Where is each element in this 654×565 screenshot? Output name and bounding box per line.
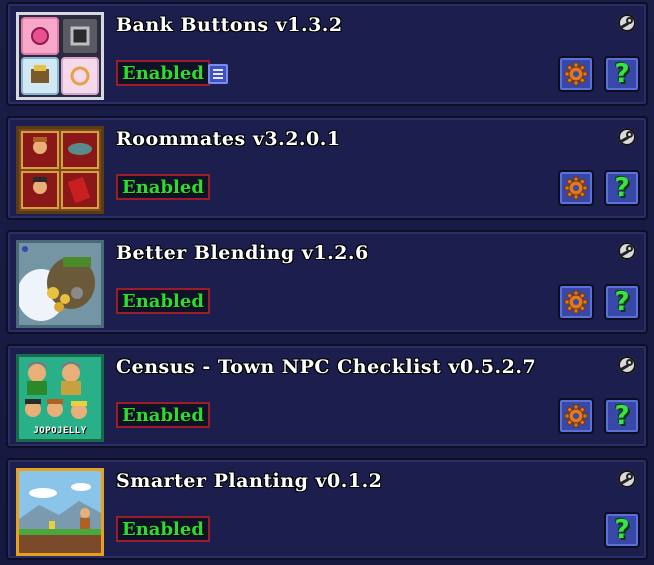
status-badge[interactable]: Enabled bbox=[116, 174, 210, 200]
mod-row-census[interactable]: JOPOJELLY Census - Town NPC Checklist v0… bbox=[6, 344, 648, 448]
mod-list: Bank Buttons v1.3.2 Enabled ? Roommates … bbox=[6, 0, 652, 565]
steam-icon[interactable] bbox=[618, 128, 636, 146]
config-button[interactable] bbox=[558, 56, 594, 92]
mod-row-smarter-planting[interactable]: Smarter Planting v0.1.2 Enabled ? bbox=[6, 458, 648, 560]
steam-icon[interactable] bbox=[618, 470, 636, 488]
census-icon: JOPOJELLY bbox=[16, 354, 104, 442]
mod-row-roommates[interactable]: Roommates v3.2.0.1 Enabled ? bbox=[6, 116, 648, 220]
icon-caption: JOPOJELLY bbox=[33, 426, 87, 436]
config-button[interactable] bbox=[558, 284, 594, 320]
question-mark-icon: ? bbox=[614, 59, 630, 89]
status-badge[interactable]: Enabled bbox=[116, 516, 210, 542]
steam-icon[interactable] bbox=[618, 356, 636, 374]
better-blending-icon bbox=[16, 240, 104, 328]
steam-icon[interactable] bbox=[618, 14, 636, 32]
gear-icon bbox=[564, 290, 588, 314]
gear-icon bbox=[564, 62, 588, 86]
steam-icon[interactable] bbox=[618, 242, 636, 260]
config-button[interactable] bbox=[558, 170, 594, 206]
mod-title: Census - Town NPC Checklist v0.5.2.7 bbox=[116, 356, 537, 378]
mod-row-better-blending[interactable]: Better Blending v1.2.6 Enabled ? bbox=[6, 230, 648, 334]
question-mark-icon: ? bbox=[614, 515, 630, 545]
question-mark-icon: ? bbox=[614, 287, 630, 317]
info-button[interactable]: ? bbox=[604, 56, 640, 92]
gear-icon bbox=[564, 404, 588, 428]
status-badge[interactable]: Enabled bbox=[116, 402, 210, 428]
bank-buttons-icon bbox=[16, 12, 104, 100]
gear-icon bbox=[564, 176, 588, 200]
info-button[interactable]: ? bbox=[604, 398, 640, 434]
roommates-icon bbox=[16, 126, 104, 214]
mod-title: Better Blending v1.2.6 bbox=[116, 242, 369, 264]
info-button[interactable]: ? bbox=[604, 512, 640, 548]
mod-title: Bank Buttons v1.3.2 bbox=[116, 14, 343, 36]
status-badge[interactable]: Enabled bbox=[116, 288, 210, 314]
info-button[interactable]: ? bbox=[604, 284, 640, 320]
status-badge[interactable]: Enabled bbox=[116, 60, 210, 86]
mod-title: Smarter Planting v0.1.2 bbox=[116, 470, 383, 492]
question-mark-icon: ? bbox=[614, 173, 630, 203]
smarter-planting-icon bbox=[16, 468, 104, 556]
info-button[interactable]: ? bbox=[604, 170, 640, 206]
list-icon[interactable] bbox=[208, 64, 228, 84]
mod-row-bank-buttons[interactable]: Bank Buttons v1.3.2 Enabled ? bbox=[6, 2, 648, 106]
question-mark-icon: ? bbox=[614, 401, 630, 431]
config-button[interactable] bbox=[558, 398, 594, 434]
mod-title: Roommates v3.2.0.1 bbox=[116, 128, 341, 150]
